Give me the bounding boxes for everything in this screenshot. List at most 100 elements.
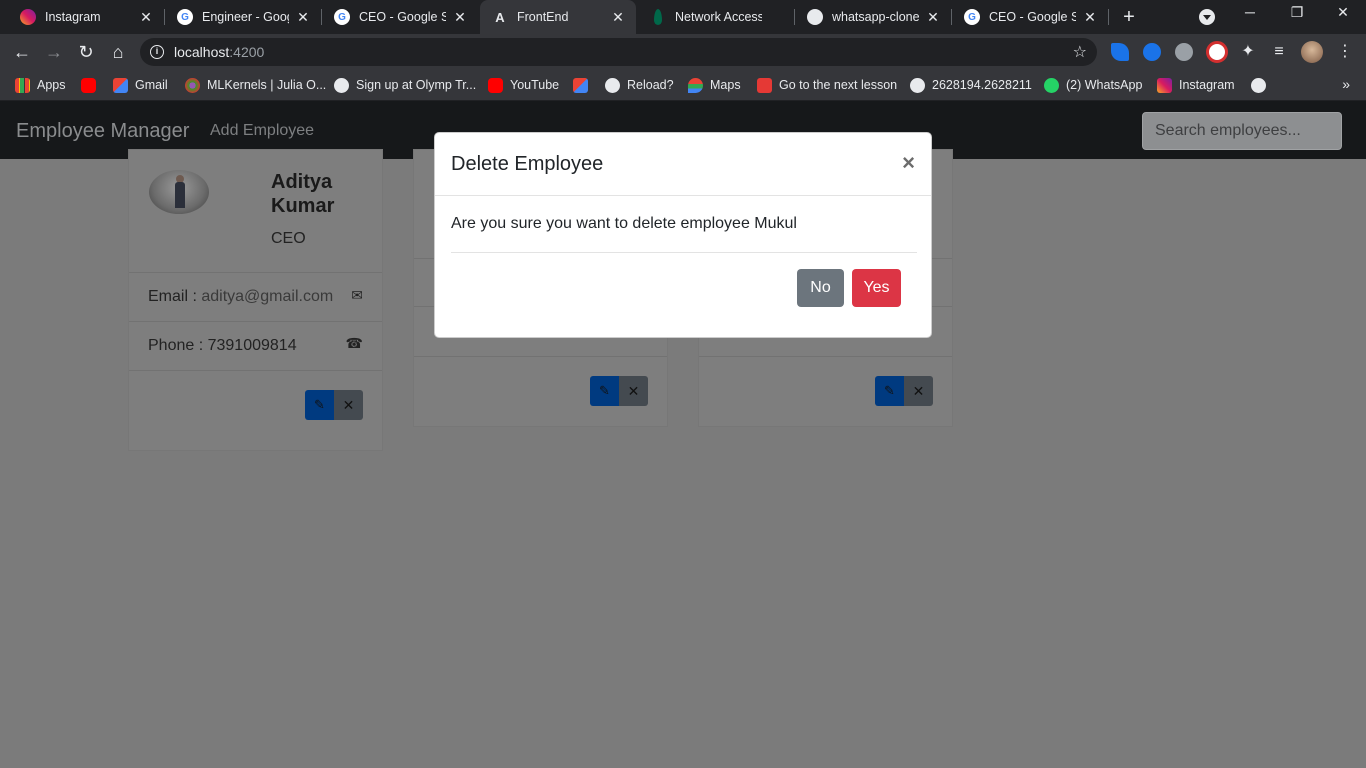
close-icon[interactable]: ✕ (925, 9, 941, 26)
tab-search-icon[interactable] (1199, 9, 1215, 25)
extension-feather-icon[interactable] (1111, 43, 1129, 61)
envelope-icon: ✉ (351, 287, 363, 303)
gmail-icon (573, 77, 588, 93)
delete-x-icon[interactable]: ✕ (904, 376, 933, 406)
tab-ceo-google-1[interactable]: G CEO - Google Sea ✕ (322, 0, 478, 34)
modal-title: Delete Employee (451, 153, 604, 175)
close-icon[interactable]: × (902, 152, 915, 174)
close-icon[interactable]: ✕ (138, 9, 154, 26)
url-host: localhost (174, 44, 230, 60)
edit-pencil-icon[interactable]: ✎ (305, 390, 334, 420)
bookmark-instagram[interactable]: Instagram (1157, 76, 1235, 94)
tab-title: CEO - Google Sea (989, 10, 1076, 24)
tab-whatsapp-clone[interactable]: whatsapp-clone/f ✕ (795, 0, 951, 34)
julia-icon (185, 77, 200, 93)
forward-arrow-icon[interactable]: → (41, 39, 67, 65)
bookmark-label: YouTube (510, 78, 560, 92)
new-tab-button[interactable]: + (1118, 6, 1140, 28)
bookmark-label: Instagram (1179, 78, 1235, 92)
bookmark-next-lesson[interactable]: Go to the next lesson (757, 76, 897, 94)
youtube-icon (81, 77, 96, 93)
bookmark-label: Gmail (135, 78, 168, 92)
tab-instagram[interactable]: Instagram ✕ (8, 0, 164, 34)
bookmark-maps[interactable]: Maps (688, 76, 741, 94)
yes-button[interactable]: Yes (852, 269, 901, 307)
no-button[interactable]: No (797, 269, 844, 307)
card-footer: ✎ ✕ (129, 370, 382, 452)
bookmark-gmail[interactable]: Gmail (113, 76, 168, 94)
tab-title: Engineer - Google (202, 10, 289, 24)
extension-cloud-icon[interactable] (1175, 43, 1193, 61)
browser-toolbar: ← → ↻ ⌂ i localhost:4200 ☆ ✦ ≡ ⋮ (0, 34, 1366, 70)
gmail-icon (113, 77, 128, 93)
bookmark-star-icon[interactable]: ☆ (1073, 42, 1087, 62)
card-actions: ✎ ✕ (590, 376, 648, 406)
search-input[interactable] (1142, 112, 1342, 150)
close-icon[interactable]: ✕ (610, 9, 626, 26)
minimize-icon[interactable]: ─ (1235, 4, 1265, 20)
tab-engineer-google[interactable]: G Engineer - Google ✕ (165, 0, 321, 34)
bookmark-label: MLKernels | Julia O... (207, 78, 327, 92)
back-arrow-icon[interactable]: ← (9, 39, 35, 65)
phone-icon: ☎ (345, 335, 363, 351)
google-icon: G (964, 9, 980, 25)
delete-x-icon[interactable]: ✕ (334, 390, 363, 420)
url-text: localhost:4200 (174, 44, 264, 60)
address-bar[interactable]: i localhost:4200 ☆ (140, 38, 1097, 66)
site-info-icon[interactable]: i (150, 45, 164, 59)
close-icon[interactable]: ✕ (452, 9, 468, 26)
tab-title: CEO - Google Sea (359, 10, 446, 24)
tab-ceo-google-2[interactable]: G CEO - Google Sea ✕ (952, 0, 1108, 34)
app-brand[interactable]: Employee Manager (16, 120, 189, 143)
modal-header-divider (435, 195, 931, 196)
media-queue-icon[interactable]: ≡ (1270, 43, 1288, 61)
google-icon: G (177, 9, 193, 25)
apps-grid-icon (15, 77, 30, 93)
tab-frontend[interactable]: A FrontEnd ✕ (480, 0, 636, 34)
delete-employee-modal: Delete Employee × Are you sure you want … (434, 132, 932, 338)
tab-network-access[interactable]: Network Access | (638, 0, 794, 34)
globe-icon (334, 77, 349, 93)
phone-text: Phone : 7391009814 (148, 337, 297, 355)
edit-pencil-icon[interactable]: ✎ (875, 376, 904, 406)
bookmark-youtube-1[interactable] (81, 76, 103, 94)
bookmarks-overflow-icon[interactable]: » (1342, 76, 1350, 92)
bookmark-gmail-2[interactable] (573, 76, 595, 94)
card-footer: ✎ ✕ (699, 356, 952, 428)
bookmark-apps[interactable]: Apps (15, 76, 66, 94)
add-employee-link[interactable]: Add Employee (210, 122, 314, 140)
kebab-menu-icon[interactable]: ⋮ (1336, 43, 1354, 61)
modal-message: Are you sure you want to delete employee… (451, 215, 797, 232)
close-icon[interactable]: ✕ (295, 9, 311, 26)
email-value: aditya@gmail.com (201, 288, 334, 305)
delete-x-icon[interactable]: ✕ (619, 376, 648, 406)
bookmark-whatsapp[interactable]: (2) WhatsApp (1044, 76, 1142, 94)
restore-icon[interactable]: ❐ (1282, 4, 1312, 21)
bookmark-youtube[interactable]: YouTube (488, 76, 559, 94)
bookmark-mlkernels[interactable]: MLKernels | Julia O... (185, 76, 326, 94)
extension-shield-icon[interactable] (1206, 41, 1228, 63)
tab-title: Instagram (45, 10, 101, 24)
home-icon[interactable]: ⌂ (105, 39, 131, 65)
card-footer: ✎ ✕ (414, 356, 667, 428)
bookmark-label: (2) WhatsApp (1066, 78, 1143, 92)
tab-title: FrontEnd (517, 10, 569, 24)
phone-value: 7391009814 (207, 337, 297, 354)
avatar[interactable] (1301, 41, 1323, 63)
reload-icon[interactable]: ↻ (73, 39, 99, 65)
window-close-icon[interactable]: ✕ (1328, 4, 1358, 21)
edit-pencil-icon[interactable]: ✎ (590, 376, 619, 406)
youtube-icon (488, 77, 503, 93)
email-label: Email : (148, 288, 202, 305)
employee-job-title: CEO (271, 230, 306, 247)
extensions-puzzle-icon[interactable]: ✦ (1239, 43, 1257, 61)
close-icon[interactable]: ✕ (1082, 9, 1098, 26)
bookmark-reload[interactable]: Reload? (605, 76, 674, 94)
extension-sync-icon[interactable] (1143, 43, 1161, 61)
bookmark-globe[interactable] (1251, 76, 1273, 94)
bookmark-olymp[interactable]: Sign up at Olymp Tr... (334, 76, 476, 94)
bookmarks-bar: Apps Gmail MLKernels | Julia O... Sign u… (0, 70, 1366, 101)
tab-title: whatsapp-clone/f (832, 10, 919, 24)
bookmark-paper[interactable]: 2628194.2628211 (910, 76, 1032, 94)
bookmark-label: Apps (37, 78, 66, 92)
